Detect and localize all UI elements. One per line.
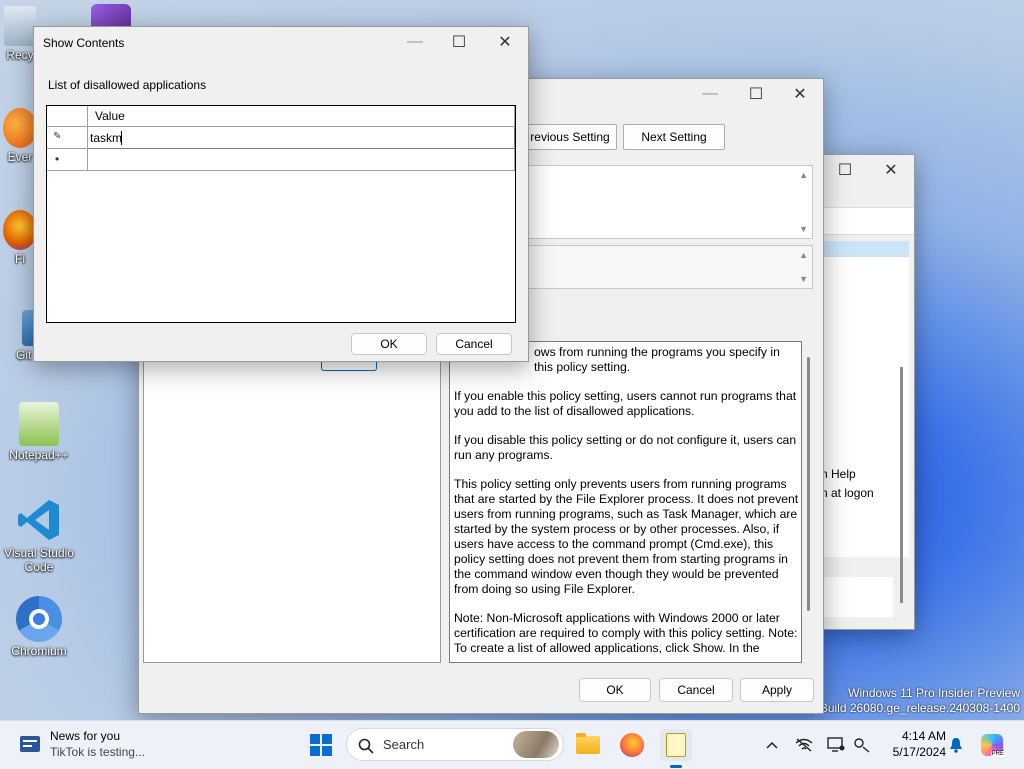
notepad-plus-plus-icon [19,402,59,446]
taskbar-search-box[interactable]: Search [346,728,564,761]
search-placeholder: Search [383,737,425,752]
values-grid[interactable]: Value ✎ taskm • [46,105,516,323]
next-setting-button[interactable]: Next Setting [623,124,725,150]
vscode-icon [17,496,61,544]
firefox-icon [620,733,644,757]
taskbar-notepad[interactable] [660,729,692,761]
dialog-title: Show Contents [43,36,125,50]
selected-row [821,241,909,257]
clock[interactable]: 4:14 AM 5/17/2024 [874,728,946,760]
help-scrollbar[interactable] [807,357,810,611]
desktop-icon-label: Chromium [11,644,67,658]
text-caret [121,131,122,145]
help-paragraph-2: If you enable this policy setting, users… [454,389,797,418]
maximize-icon[interactable]: ☐ [436,27,482,57]
column-header-label: Value [95,109,125,123]
grid-corner [47,106,88,127]
value-cell-editing[interactable]: taskm [88,127,515,149]
scroll-up-icon[interactable]: ▲ [799,250,808,260]
news-widget[interactable]: News for you TikTok is testing... [16,729,216,763]
background-scrollbar[interactable] [900,367,903,603]
desktop-icon-label: Visual Studio Code [4,546,74,574]
desktop-icon-chromium[interactable]: Chromium [0,596,78,658]
help-text: ows from running the programs you specif… [454,345,800,662]
supported-on-box: ▲ ▼ [523,245,813,289]
background-window-list: n Help n at logon [821,241,909,557]
news-icon [20,736,40,752]
desktop-icon-notepad-plus-plus[interactable]: Notepad++ [0,402,78,462]
scroll-up-icon[interactable]: ▲ [799,170,808,180]
firefox-icon [3,210,37,250]
clock-date: 5/17/2024 [892,745,946,759]
recycle-bin-icon [4,6,36,46]
minimize-icon[interactable]: — [687,79,733,109]
cancel-button[interactable]: Cancel [659,678,733,702]
scroll-down-icon[interactable]: ▼ [799,274,808,284]
edit-pencil-icon: ✎ [53,131,62,142]
background-window-status [821,577,893,617]
maximize-icon[interactable]: ☐ [823,155,867,185]
news-subtitle: TikTok is testing... [50,745,145,759]
desktop-icon-label: Recy [6,48,34,62]
help-paragraph-3: If you disable this policy setting or do… [454,433,797,462]
show-contents-dialog[interactable]: Show Contents — ☐ ✕ List of disallowed a… [33,26,529,362]
close-icon[interactable]: ✕ [869,155,913,185]
network-offline-icon[interactable] [788,729,820,761]
options-panel [143,341,441,663]
scroll-down-icon[interactable]: ▼ [799,224,808,234]
desktop-icon-label: Ever [7,150,33,164]
taskbar-firefox[interactable] [616,729,648,761]
apply-button[interactable]: Apply [740,678,814,702]
ok-button[interactable]: OK [351,333,427,355]
notepad-icon [666,733,686,757]
folder-icon [576,733,600,754]
previous-setting-button[interactable]: revious Setting [523,124,617,150]
search-icon [358,738,374,754]
search-highlight-icon [513,731,559,758]
background-line-1: n Help [821,467,856,481]
cancel-button[interactable]: Cancel [436,333,512,355]
chromium-icon [16,596,62,642]
help-paragraph-5: Note: Non-Microsoft applications with Wi… [454,611,798,655]
maximize-icon[interactable]: ☐ [733,79,779,109]
close-icon[interactable]: ✕ [482,27,528,57]
clock-time: 4:14 AM [901,729,946,743]
windows-watermark: Windows 11 Pro Insider Preview y. Build … [808,686,1020,716]
watermark-line-1: Windows 11 Pro Insider Preview [848,686,1020,700]
desktop-icon-label: Fi [15,252,25,266]
value-cell-new[interactable] [88,149,515,171]
background-window-toolbar [821,207,914,235]
row-header-new[interactable]: • [47,149,88,171]
taskbar-file-explorer[interactable] [572,729,604,761]
everything-icon [3,108,37,148]
help-paragraph-4: This policy setting only prevents users … [454,477,799,596]
help-text-panel: ows from running the programs you specif… [449,341,802,663]
news-title: News for you [50,729,121,743]
background-line-2: n at logon [821,486,874,500]
desktop-icon-label: Notepad++ [9,448,69,462]
value-cell-text: taskm [90,131,123,145]
watermark-line-2: y. Build 26080.ge_release.240308-1400 [808,701,1020,715]
row-header-editing[interactable]: ✎ [47,127,88,149]
grid-column-header-value[interactable]: Value [88,106,515,127]
background-window[interactable]: ☐ ✕ n Help n at logon [820,154,915,630]
new-row-icon: • [55,152,60,166]
notifications-bell-icon[interactable] [940,729,972,761]
close-icon[interactable]: ✕ [777,79,823,109]
comment-box[interactable]: ▲ ▼ [523,165,813,239]
taskbar: News for you TikTok is testing... Search [0,720,1024,769]
copilot-icon[interactable]: PRE [976,729,1008,761]
start-button[interactable] [305,729,337,761]
ok-button[interactable]: OK [579,678,651,702]
windows-logo-icon [310,734,332,756]
list-label: List of disallowed applications [48,78,207,92]
desktop-icon-vscode[interactable]: Visual Studio Code [0,496,78,574]
minimize-icon[interactable]: — [392,27,438,57]
show-hidden-icons-chevron[interactable] [756,729,788,761]
